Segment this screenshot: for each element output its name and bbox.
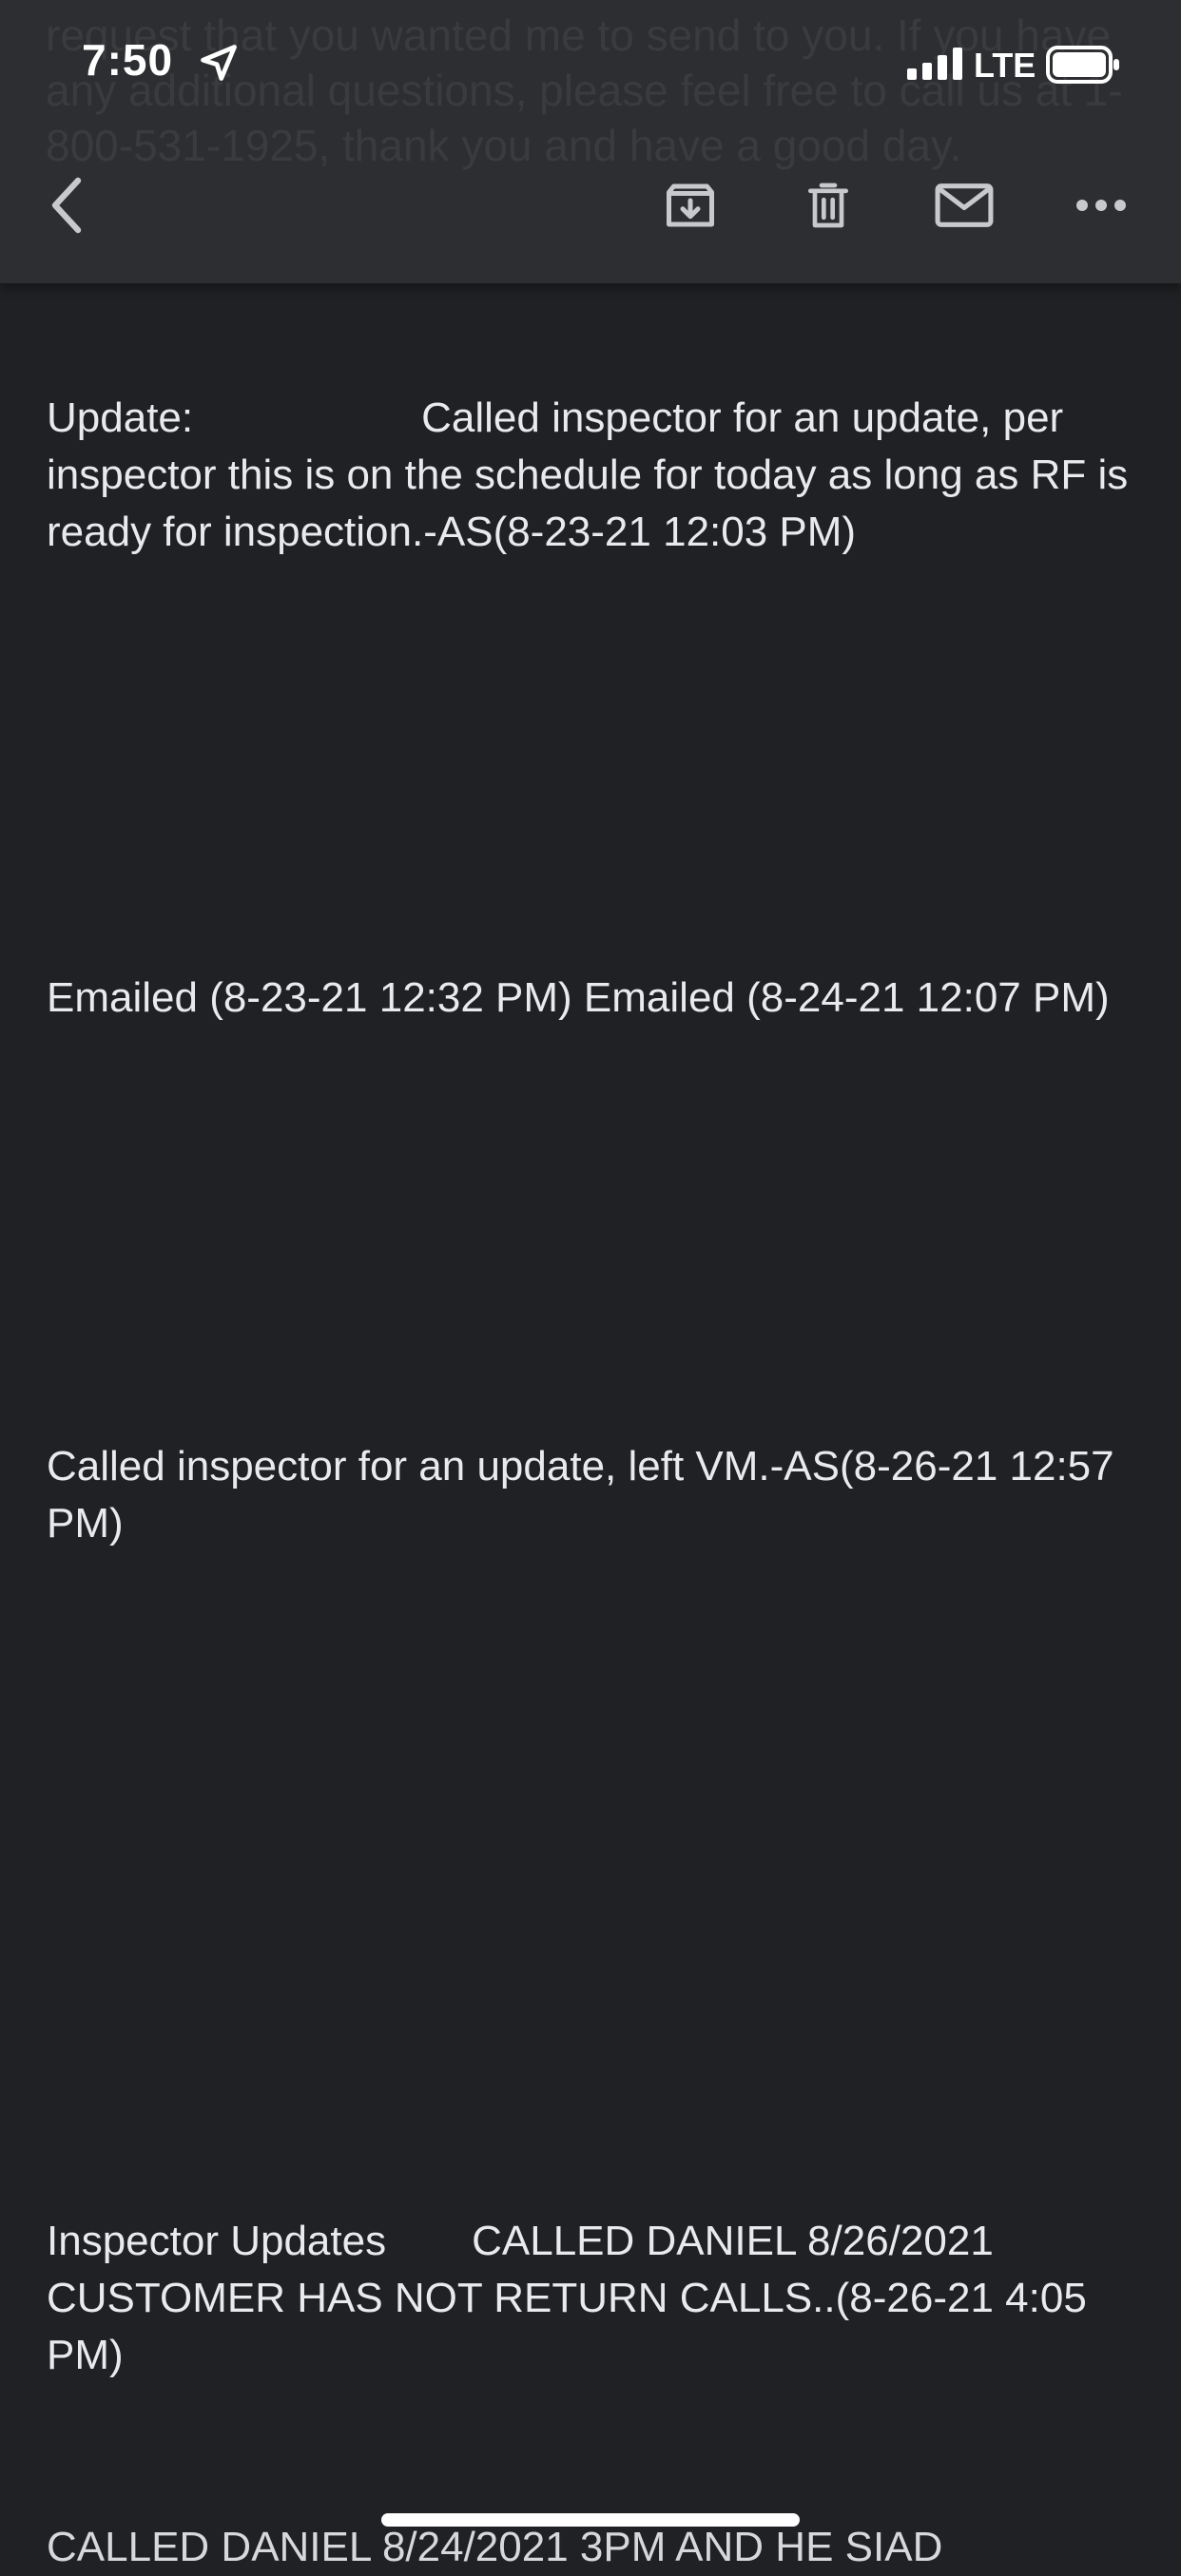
message-text: Emailed (8-23-21 12:32 PM) Emailed (8-24… [47, 974, 1110, 1021]
more-options-button[interactable] [1067, 171, 1135, 240]
message-paragraph: CALLED DANIEL 8/24/2021 3PM AND HE SIAD [47, 2519, 1140, 2576]
top-bar: request that you wanted me to send to yo… [0, 0, 1181, 283]
location-arrow-icon [201, 45, 237, 81]
network-type: LTE [974, 46, 1036, 85]
message-paragraph: Update: Called inspector for an update, p… [47, 390, 1140, 561]
status-time: 7:50 [82, 35, 174, 85]
back-button[interactable] [32, 171, 101, 240]
delete-button[interactable] [794, 171, 862, 240]
mark-unread-button[interactable] [930, 171, 998, 240]
archive-button[interactable] [656, 171, 725, 240]
trash-icon [808, 183, 848, 228]
message-paragraph: Emailed (8-23-21 12:32 PM) Emailed (8-24… [47, 970, 1140, 1027]
back-icon [51, 177, 82, 234]
scrolled-message-text: request that you wanted me to send to yo… [46, 10, 1123, 170]
home-indicator[interactable] [381, 2513, 800, 2527]
message-text: Called inspector for an update, per insp… [47, 394, 1140, 555]
message-paragraph: Inspector Updates CALLED DANIEL 8/26/2021… [47, 2213, 1140, 2384]
message-text: Called inspector for an update, left VM.… [47, 1443, 1126, 1547]
message-text: CALLED DANIEL 8/24/2021 3PM AND HE SIAD [47, 2524, 943, 2570]
battery-icon [1046, 46, 1119, 84]
more-icon [1076, 200, 1126, 211]
message-label: Update: [47, 394, 194, 441]
message-paragraph: Called inspector for an update, left VM.… [47, 1438, 1140, 1552]
message-label: Inspector Updates [47, 2218, 387, 2264]
archive-icon [667, 183, 714, 227]
signal-icon [907, 48, 962, 80]
mail-icon [935, 183, 994, 227]
